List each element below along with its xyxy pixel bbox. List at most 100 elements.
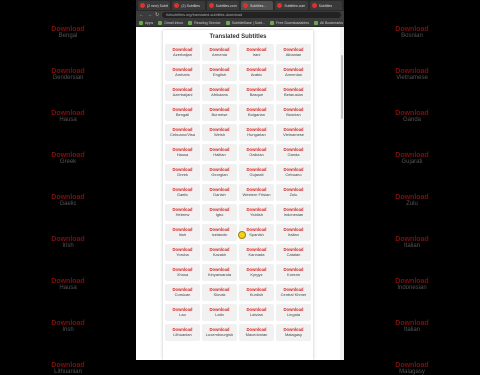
- language-download-cell[interactable]: Download Bulgarian: [239, 104, 274, 121]
- language-download-cell[interactable]: Download Greek: [165, 164, 200, 181]
- browser-tab[interactable]: Subtitles...: [240, 1, 274, 10]
- language-download-cell[interactable]: Download Welsh: [202, 124, 237, 141]
- language-download-cell[interactable]: Download Haitian: [202, 144, 237, 161]
- language-download-cell[interactable]: Download Georgian: [202, 164, 237, 181]
- tab-title: (2 new) Subtitles: [147, 3, 168, 8]
- background-language-text: Zulu: [406, 201, 418, 207]
- browser-tab[interactable]: Subtitles: [309, 1, 342, 10]
- language-label: Yoruba: [176, 251, 189, 257]
- language-download-cell[interactable]: Download Kazakh: [202, 244, 237, 261]
- language-label: Italian: [288, 231, 299, 237]
- language-download-cell[interactable]: Download Catalan: [276, 244, 311, 261]
- browser-tab[interactable]: Subtitles.com: [206, 1, 239, 10]
- bookmark-item[interactable]: SubtitleBase | Subt...: [225, 20, 265, 25]
- bookmark-item[interactable]: Free Downloadables: [270, 20, 309, 25]
- tab-favicon-icon: [174, 3, 180, 8]
- language-download-cell[interactable]: Download Kyrgyz: [239, 264, 274, 281]
- background-download-text: Download: [395, 26, 429, 33]
- browser-tab[interactable]: (2) Subtitles: [172, 1, 205, 10]
- language-label: Vietnamese: [282, 131, 305, 137]
- language-download-cell[interactable]: Download Cebuano: [276, 164, 311, 181]
- language-download-cell[interactable]: Download Azerbaijani: [165, 84, 200, 101]
- language-download-cell[interactable]: Download Zulu: [276, 184, 311, 201]
- language-label: Bulgarian: [248, 111, 265, 117]
- language-download-cell[interactable]: Download Vietnamese: [276, 124, 311, 141]
- language-download-cell[interactable]: Download Kurdish: [239, 284, 274, 301]
- language-label: Danish: [213, 191, 226, 197]
- background-download-text: Download: [395, 278, 429, 285]
- language-download-cell[interactable]: Download Xhosa: [165, 264, 200, 281]
- bookmarks-bar: Apps Gmail inbox Reading Service SubtitleBa…: [136, 19, 344, 27]
- language-download-cell[interactable]: Download Hebrew: [165, 204, 200, 221]
- language-download-cell[interactable]: Download Luxembourgish: [202, 324, 237, 341]
- language-download-cell[interactable]: Download Kinyarwanda: [202, 264, 237, 281]
- language-download-cell[interactable]: Download Igbo: [202, 204, 237, 221]
- language-download-cell[interactable]: Download Azerbaijan: [165, 44, 200, 61]
- language-label: Irani: [252, 51, 261, 57]
- bookmark-item[interactable]: Reading Service: [188, 20, 221, 25]
- language-download-cell[interactable]: Download Burmese: [202, 104, 237, 121]
- language-download-cell[interactable]: Download Armenia: [202, 44, 237, 61]
- language-download-cell[interactable]: Download Irish: [165, 224, 200, 241]
- url-field[interactable]: fullsubtitles.org/translated-subtitles-d…: [162, 12, 341, 18]
- language-label: Cebuano: [285, 171, 302, 177]
- language-download-cell[interactable]: Download Italian: [276, 224, 311, 241]
- language-download-cell[interactable]: Download Korean: [276, 264, 311, 281]
- language-download-cell[interactable]: Download Macedonian: [239, 324, 274, 341]
- language-download-cell[interactable]: Download Cebuano/Visa: [165, 124, 200, 141]
- language-label: Albanian: [285, 51, 302, 57]
- language-download-cell[interactable]: Download Lingala: [276, 304, 311, 321]
- language-download-cell[interactable]: Download Amharic: [165, 64, 200, 81]
- language-download-cell[interactable]: Download Arabic: [239, 64, 274, 81]
- language-download-cell[interactable]: Download Bengali: [165, 104, 200, 121]
- background-language-text: Gaelic: [59, 201, 77, 207]
- language-download-cell[interactable]: Download Galician: [239, 144, 274, 161]
- language-download-cell[interactable]: Download English: [202, 64, 237, 81]
- language-download-cell[interactable]: Download Lao: [165, 304, 200, 321]
- language-download-cell[interactable]: Download Gujarati: [239, 164, 274, 181]
- background-download-text: Download: [51, 278, 85, 285]
- browser-tab-strip: (2 new) Subtitles (2) Subtitles Subtitles.…: [136, 0, 344, 11]
- background-language-text: Bengal: [58, 33, 78, 39]
- language-label: Ganda: [287, 151, 300, 157]
- language-download-cell[interactable]: Download Albanian: [276, 44, 311, 61]
- bookmark-item[interactable]: Apps: [139, 20, 153, 25]
- language-download-cell[interactable]: Download Gaelic: [165, 184, 200, 201]
- language-label: Luxembourgish: [205, 331, 234, 337]
- language-download-cell[interactable]: Download Latvian: [239, 304, 274, 321]
- language-download-cell[interactable]: Download Yoruba: [165, 244, 200, 261]
- language-download-cell[interactable]: Download Central Khmer: [276, 284, 311, 301]
- language-download-cell[interactable]: Download Icelandic: [202, 224, 237, 241]
- language-download-cell[interactable]: Download Ganda: [276, 144, 311, 161]
- language-download-cell[interactable]: Download Irani: [239, 44, 274, 61]
- scrollbar[interactable]: [340, 27, 344, 360]
- background-download-text: Download: [51, 152, 85, 159]
- language-download-cell[interactable]: Download Malagasy: [276, 324, 311, 341]
- reload-icon[interactable]: ↻: [155, 12, 159, 18]
- language-download-cell[interactable]: Download Bosnian: [276, 104, 311, 121]
- scrollbar-thumb[interactable]: [341, 55, 343, 119]
- language-download-cell[interactable]: Download Yiddish: [239, 204, 274, 221]
- bookmark-item[interactable]: Gmail inbox: [158, 20, 183, 25]
- language-download-cell[interactable]: Download Lithuanian: [165, 324, 200, 341]
- back-icon[interactable]: ←: [139, 12, 144, 18]
- language-download-cell[interactable]: Download Corsican: [165, 284, 200, 301]
- browser-tab[interactable]: Subtitles.com: [275, 1, 308, 10]
- language-download-cell[interactable]: Download Basque: [239, 84, 274, 101]
- language-download-cell[interactable]: Download Afrikaans: [202, 84, 237, 101]
- language-download-cell[interactable]: Download Latin: [202, 304, 237, 321]
- language-download-cell[interactable]: Download Hungarian: [239, 124, 274, 141]
- language-download-cell[interactable]: Download Armenian: [276, 64, 311, 81]
- bookmark-item[interactable]: All Bookmarks: [314, 20, 343, 25]
- language-download-cell[interactable]: Download Indonesian: [276, 204, 311, 221]
- browser-tab[interactable]: (2 new) Subtitles: [138, 1, 171, 10]
- language-download-cell[interactable]: Download Belarusian: [276, 84, 311, 101]
- tab-favicon-icon: [242, 3, 248, 8]
- language-label: Latvian: [250, 311, 263, 317]
- language-download-cell[interactable]: Download Danish: [202, 184, 237, 201]
- language-download-cell[interactable]: Download Slovak: [202, 284, 237, 301]
- language-download-cell[interactable]: Download Hausa: [165, 144, 200, 161]
- language-download-cell[interactable]: Download Western Frisian: [239, 184, 274, 201]
- forward-icon[interactable]: →: [147, 12, 152, 18]
- language-download-cell[interactable]: Download Kannada: [239, 244, 274, 261]
